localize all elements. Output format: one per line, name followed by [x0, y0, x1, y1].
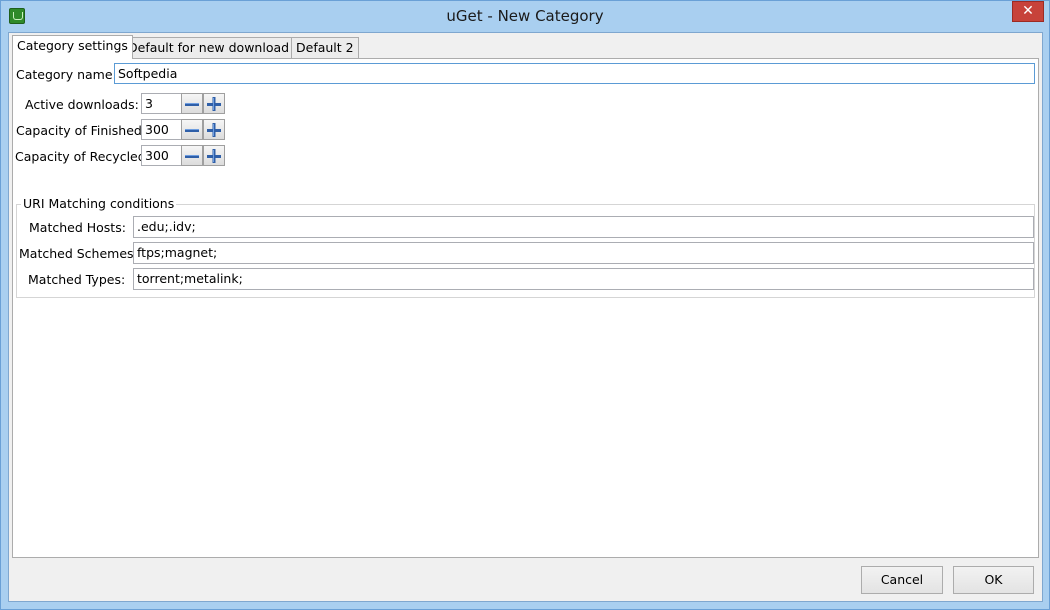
matched-hosts-input[interactable]: .edu;.idv;: [133, 216, 1034, 238]
category-name-label: Category name:: [16, 67, 117, 82]
tab-default-new-download-1[interactable]: Default for new download 1: [123, 37, 306, 58]
capacity-recycled-label: Capacity of Recycled:: [15, 149, 150, 164]
capacity-finished-decrement-button[interactable]: [181, 119, 203, 140]
cancel-button[interactable]: Cancel: [861, 566, 943, 594]
plus-icon: [207, 149, 221, 163]
matched-types-input[interactable]: torrent;metalink;: [133, 268, 1034, 290]
capacity-recycled-decrement-button[interactable]: [181, 145, 203, 166]
matched-types-label: Matched Types:: [28, 272, 126, 287]
active-downloads-input[interactable]: 3: [141, 93, 182, 114]
tab-default-2[interactable]: Default 2: [291, 37, 359, 58]
active-downloads-label: Active downloads:: [25, 97, 139, 112]
active-downloads-increment-button[interactable]: [203, 93, 225, 114]
tab-panel-category-settings: Category name: Softpedia Active download…: [12, 58, 1039, 558]
capacity-recycled-input[interactable]: 300: [141, 145, 182, 166]
uri-matching-title: URI Matching conditions: [21, 196, 177, 211]
title-bar[interactable]: uGet - New Category ✕: [1, 1, 1049, 32]
uri-matching-group: URI Matching conditions Matched Hosts: .…: [16, 196, 1035, 298]
capacity-finished-input[interactable]: 300: [141, 119, 182, 140]
dialog-client-area: Category settings Default for new downlo…: [8, 32, 1043, 602]
matched-hosts-label: Matched Hosts:: [29, 220, 126, 235]
matched-schemes-label: Matched Schemes:: [19, 246, 138, 261]
active-downloads-decrement-button[interactable]: [181, 93, 203, 114]
minus-icon: [185, 129, 199, 132]
capacity-finished-label: Capacity of Finished:: [16, 123, 147, 138]
tab-category-settings[interactable]: Category settings: [12, 35, 133, 59]
plus-icon: [207, 123, 221, 137]
minus-icon: [185, 155, 199, 158]
ok-button[interactable]: OK: [953, 566, 1034, 594]
category-name-input[interactable]: Softpedia: [114, 63, 1035, 84]
dialog-window: uGet - New Category ✕ Category settings …: [0, 0, 1050, 610]
minus-icon: [185, 103, 199, 106]
capacity-recycled-increment-button[interactable]: [203, 145, 225, 166]
matched-schemes-input[interactable]: ftps;magnet;: [133, 242, 1034, 264]
window-title: uGet - New Category: [446, 7, 604, 25]
capacity-finished-increment-button[interactable]: [203, 119, 225, 140]
close-button[interactable]: ✕: [1012, 1, 1044, 22]
plus-icon: [207, 97, 221, 111]
close-icon: ✕: [1022, 3, 1034, 19]
